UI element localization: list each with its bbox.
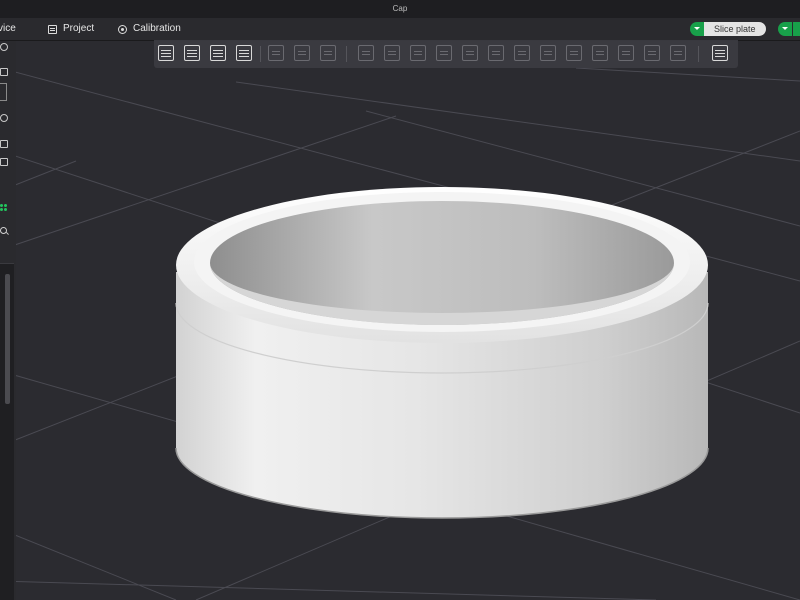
shapes-gallery-icon[interactable]: [712, 45, 728, 61]
arrange-icon[interactable]: [236, 45, 252, 61]
toolbar-separator: [698, 46, 699, 62]
3d-viewport[interactable]: [16, 41, 800, 600]
edit-icon-3[interactable]: [0, 158, 8, 166]
slice-plate-button[interactable]: Slice plate: [704, 22, 766, 36]
menu-project-label: Project: [63, 23, 95, 34]
project-icon: [48, 24, 57, 34]
rotate-icon[interactable]: [384, 45, 400, 61]
slice-plate-group: Slice plate: [690, 22, 766, 36]
variable-layer-icon[interactable]: [670, 45, 686, 61]
slicer-window: Cap vice Project Calibration Slice plate: [0, 0, 800, 600]
menu-device-label: vice: [0, 23, 16, 34]
window-title: Cap: [392, 4, 408, 13]
seam-paint-icon[interactable]: [514, 45, 530, 61]
scale-icon[interactable]: [410, 45, 426, 61]
toolbar-separator: [346, 46, 347, 62]
settings-icon[interactable]: [0, 43, 8, 51]
search-icon[interactable]: [0, 227, 7, 234]
toolbar-separator: [260, 46, 261, 62]
menu-bar: vice Project Calibration: [0, 18, 800, 41]
calibration-icon: [118, 24, 127, 34]
add-object-icon[interactable]: [158, 45, 174, 61]
text-icon[interactable]: [566, 45, 582, 61]
slice-dropdown-chevron-icon[interactable]: [690, 22, 704, 36]
object-list-scrollbar[interactable]: [5, 274, 10, 404]
object-list-icon[interactable]: [0, 204, 8, 212]
paste-icon[interactable]: [294, 45, 310, 61]
left-sidebar: [0, 41, 16, 600]
print-dropdown-chevron-icon[interactable]: [778, 22, 792, 36]
edit-icon-2[interactable]: [0, 140, 8, 148]
window-titlebar: Cap: [0, 0, 800, 19]
lay-on-face-icon[interactable]: [436, 45, 452, 61]
add-plate-icon[interactable]: [184, 45, 200, 61]
filament-swatch[interactable]: [0, 83, 7, 101]
color-paint-icon[interactable]: [540, 45, 556, 61]
split-icon[interactable]: [644, 45, 660, 61]
print-plate-button[interactable]: [793, 22, 800, 36]
settings-icon-2[interactable]: [0, 114, 8, 122]
main-toolbar: [154, 40, 738, 68]
menu-project[interactable]: Project: [48, 18, 94, 40]
menu-calibration[interactable]: Calibration: [118, 18, 181, 40]
move-icon[interactable]: [358, 45, 374, 61]
object-list-panel: [0, 263, 14, 600]
measure-icon[interactable]: [592, 45, 608, 61]
assembly-icon[interactable]: [618, 45, 634, 61]
layers-icon[interactable]: [320, 45, 336, 61]
copy-icon[interactable]: [268, 45, 284, 61]
auto-orient-icon[interactable]: [210, 45, 226, 61]
support-paint-icon[interactable]: [488, 45, 504, 61]
viewport-scene: [16, 67, 800, 600]
edit-icon[interactable]: [0, 68, 8, 76]
menu-calibration-label: Calibration: [133, 23, 181, 34]
menu-device[interactable]: vice: [0, 18, 16, 40]
cut-icon[interactable]: [462, 45, 478, 61]
ring-model[interactable]: [175, 187, 709, 519]
